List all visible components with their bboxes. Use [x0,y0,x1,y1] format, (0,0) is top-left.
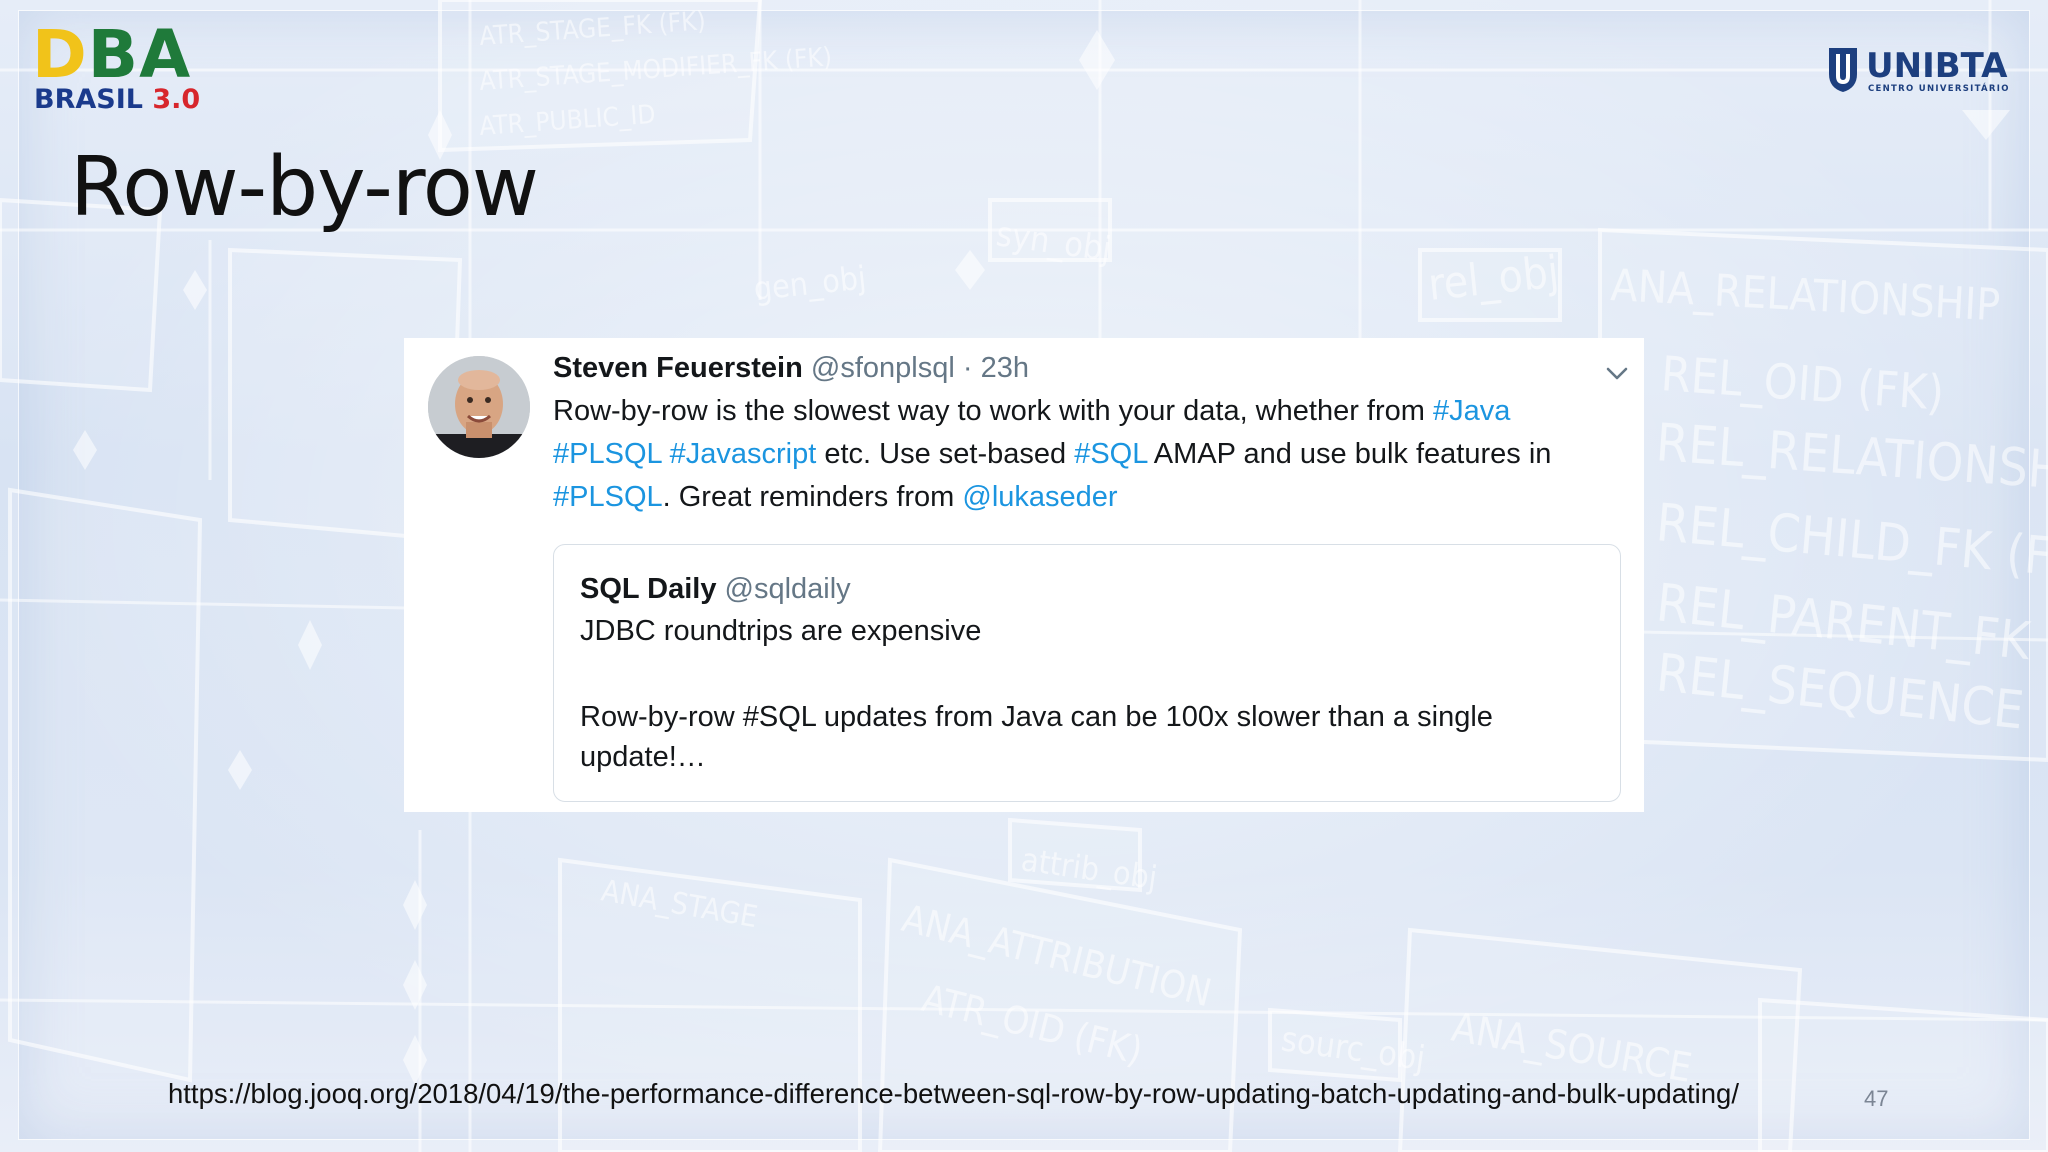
chevron-down-icon[interactable] [1602,358,1632,388]
quoted-tweet-line2: Row-by-row #SQL updates from Java can be… [580,701,1493,773]
dba-logo-a: A [139,16,192,93]
tweet-text-segment: AMAP and use bulk features in [1147,438,1552,470]
tweet-author-handle[interactable]: @sfonplsql [811,352,955,384]
tweet-author-name[interactable]: Steven Feuerstein [553,352,803,384]
tweet-text-segment: Row-by-row is the slowest way to work wi… [553,395,1433,427]
tweet-timestamp[interactable]: 23h [981,352,1029,384]
dba-logo-brasil: BRASIL [34,84,153,115]
quoted-tweet-line1: JDBC roundtrips are expensive [580,615,982,647]
dba-logo-letters: DBA [32,22,242,88]
unibta-logo-name: UNIBTA [1866,46,2008,86]
page-number: 47 [1864,1086,1889,1111]
hashtag-link[interactable]: #Java [1433,395,1510,427]
hashtag-link[interactable]: #SQL [1074,438,1147,470]
tweet-text-segment [662,438,670,470]
avatar[interactable] [428,356,530,458]
tweet-card[interactable]: Steven Feuerstein @sfonplsql · 23h Row-b… [404,338,1644,812]
hashtag-link[interactable]: #PLSQL [553,438,662,470]
hashtag-link[interactable]: #Javascript [670,438,817,470]
tweet-text: Row-by-row is the slowest way to work wi… [553,390,1623,519]
dba-logo-version: 3.0 [152,84,201,115]
hashtag-link[interactable]: #PLSQL [553,481,663,513]
tweet-header: Steven Feuerstein @sfonplsql · 23h [553,352,1029,385]
dba-logo-b: B [87,16,140,93]
quoted-tweet-header: SQL Daily @sqldaily [580,573,851,606]
tweet-separator: · [954,352,981,384]
quoted-author-name: SQL Daily [580,573,717,605]
tweet-text-segment: etc. Use set-based [816,438,1075,470]
quoted-tweet[interactable]: SQL Daily @sqldaily JDBC roundtrips are … [553,544,1621,802]
unibta-logo: UNIBTA CENTRO UNIVERSITÁRIO [1826,42,2022,98]
dba-brasil-logo: DBA BRASIL 3.0 [32,22,242,118]
mention-link[interactable]: @lukaseder [962,481,1117,513]
source-url[interactable]: https://blog.jooq.org/2018/04/19/the-per… [168,1078,1739,1110]
slide: ATR_STAGE_FK (FK) ATR_STAGE_MODIFIER_FK … [0,0,2048,1152]
quoted-author-handle: @sqldaily [724,573,851,605]
slide-title: Row-by-row [70,140,539,235]
dba-logo-d: D [32,16,88,93]
unibta-logo-subtitle: CENTRO UNIVERSITÁRIO [1868,84,2010,94]
avatar-photo [428,356,530,458]
tweet-text-segment: . Great reminders from [662,481,963,513]
shield-icon [1829,48,1857,92]
dba-logo-subtitle: BRASIL 3.0 [34,84,200,115]
bg-label: gen_obj [752,258,868,308]
